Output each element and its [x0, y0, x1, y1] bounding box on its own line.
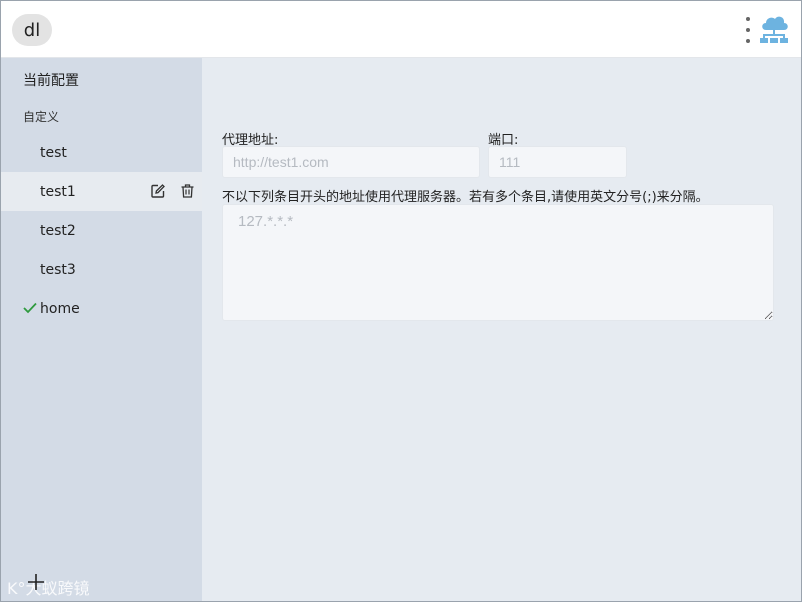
- more-vertical-icon[interactable]: [741, 17, 755, 43]
- sidebar-item-label: home: [40, 300, 80, 317]
- main-panel: 代理地址: 端口: 不以下列条目开头的地址使用代理服务器。若有多个条目,请使用英…: [202, 58, 801, 601]
- edit-icon[interactable]: [151, 184, 165, 198]
- watermark: K°大蚁跨镜: [7, 579, 90, 598]
- sidebar-item-test1[interactable]: test1: [1, 172, 202, 211]
- proxy-address-input[interactable]: [222, 146, 480, 178]
- bypass-list-label: 不以下列条目开头的地址使用代理服务器。若有多个条目,请使用英文分号(;)来分隔。: [222, 190, 709, 205]
- sidebar-item-test[interactable]: test: [1, 133, 202, 172]
- delete-icon[interactable]: [181, 184, 194, 198]
- app-window: dl 当前配置 自定义 test test1 test2 test3 home …: [0, 0, 802, 602]
- sidebar-item-label: test1: [40, 183, 76, 200]
- port-input[interactable]: [488, 146, 627, 178]
- sidebar-item-label: test3: [40, 261, 76, 278]
- current-config-link[interactable]: 当前配置: [23, 70, 79, 90]
- sidebar-item-label: test: [40, 144, 67, 161]
- header-bar: dl: [1, 1, 801, 58]
- sidebar-item-test2[interactable]: test2: [1, 211, 202, 250]
- sidebar-item-test3[interactable]: test3: [1, 250, 202, 289]
- sidebar-item-home[interactable]: home: [1, 289, 202, 328]
- cloud-network-icon[interactable]: [758, 13, 790, 45]
- app-badge[interactable]: dl: [12, 14, 52, 46]
- add-icon[interactable]: [27, 573, 45, 591]
- sidebar: 当前配置 自定义 test test1 test2 test3 home K°大…: [1, 58, 202, 601]
- check-icon: [23, 302, 37, 314]
- custom-section-label: 自定义: [23, 110, 60, 124]
- sidebar-item-label: test2: [40, 222, 76, 239]
- bypass-list-textarea[interactable]: [222, 204, 774, 321]
